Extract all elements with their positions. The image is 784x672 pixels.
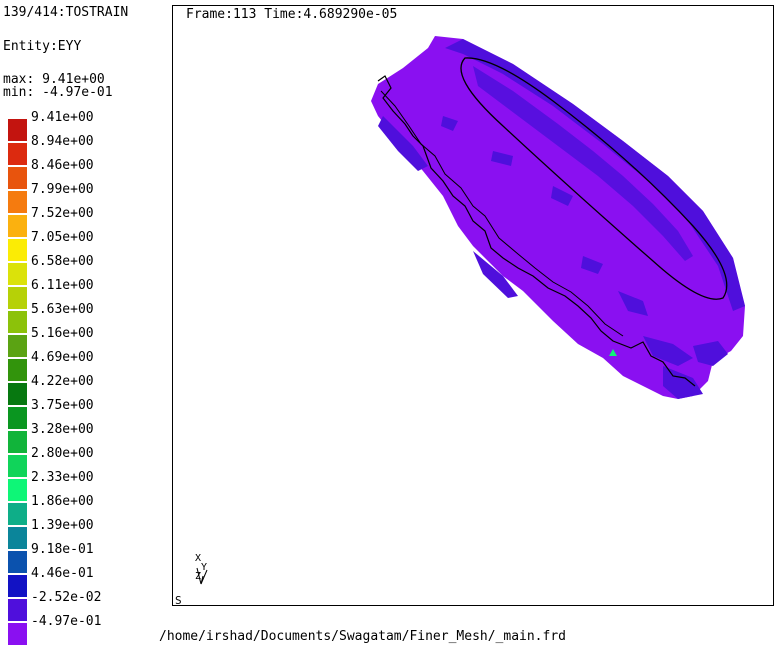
legend-swatch <box>8 311 27 333</box>
legend-swatch <box>8 479 27 501</box>
legend-label: 2.33e+00 <box>31 470 94 485</box>
file-path: /home/irshad/Documents/Swagatam/Finer_Me… <box>159 629 566 644</box>
legend-label: 4.46e-01 <box>31 566 94 581</box>
legend-swatch <box>8 623 27 645</box>
legend-swatch <box>8 455 27 477</box>
legend-label: -4.97e-01 <box>31 614 102 629</box>
model-viewport[interactable]: Frame:113 Time:4.689290e-05 X Y Z S <box>172 5 774 606</box>
legend-swatch <box>8 263 27 285</box>
legend-label: 8.46e+00 <box>31 158 94 173</box>
legend-label: 9.18e-01 <box>31 542 94 557</box>
legend-swatch <box>8 167 27 189</box>
legend-label: 8.94e+00 <box>31 134 94 149</box>
legend-label: 7.52e+00 <box>31 206 94 221</box>
legend-swatch <box>8 335 27 357</box>
legend-label: 9.41e+00 <box>31 110 94 125</box>
legend-label: -2.52e-02 <box>31 590 102 605</box>
legend-swatch <box>8 239 27 261</box>
axis-y-label: Y <box>201 562 208 573</box>
axis-z-label: Z <box>195 571 202 582</box>
legend-label: 7.99e+00 <box>31 182 94 197</box>
legend-swatch <box>8 383 27 405</box>
legend-swatch <box>8 143 27 165</box>
legend-swatch <box>8 503 27 525</box>
legend-label: 6.58e+00 <box>31 254 94 269</box>
legend-label: 6.11e+00 <box>31 278 94 293</box>
legend-swatch <box>8 287 27 309</box>
legend-label: 7.05e+00 <box>31 230 94 245</box>
legend-label: 5.63e+00 <box>31 302 94 317</box>
model-view <box>196 36 745 585</box>
legend-swatch <box>8 599 27 621</box>
legend-swatch <box>8 215 27 237</box>
legend-swatch <box>8 527 27 549</box>
legend-swatch <box>8 431 27 453</box>
legend-label: 3.75e+00 <box>31 398 94 413</box>
legend-swatch <box>8 575 27 597</box>
legend-label: 4.69e+00 <box>31 350 94 365</box>
legend-swatch <box>8 191 27 213</box>
legend-swatch <box>8 407 27 429</box>
legend-label: 5.16e+00 <box>31 326 94 341</box>
legend-label: 1.86e+00 <box>31 494 94 509</box>
legend-label: 2.80e+00 <box>31 446 94 461</box>
min-value: min: -4.97e-01 <box>3 85 113 100</box>
legend-swatch <box>8 551 27 573</box>
legend-swatch <box>8 119 27 141</box>
corner-label: S <box>175 594 182 606</box>
legend-label: 1.39e+00 <box>31 518 94 533</box>
legend-label: 3.28e+00 <box>31 422 94 437</box>
entity-label: Entity:EYY <box>3 39 82 54</box>
legend-swatch <box>8 359 27 381</box>
step-info: 139/414:TOSTRAIN <box>3 5 129 20</box>
legend-row: -4.97e-01 <box>8 615 178 645</box>
legend-label: 4.22e+00 <box>31 374 94 389</box>
